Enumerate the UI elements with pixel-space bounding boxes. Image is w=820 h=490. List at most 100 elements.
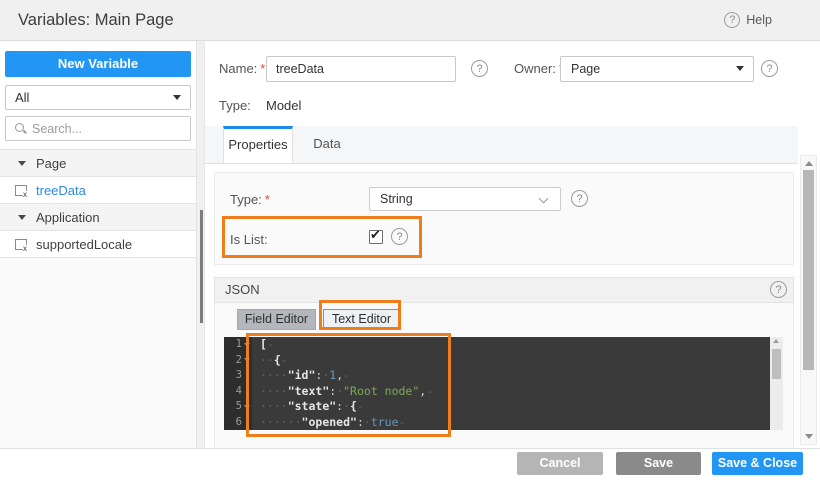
code-content: ····"state":·{-: [252, 399, 364, 415]
sidebar-filler: [0, 258, 196, 448]
collapse-arrow-icon[interactable]: [18, 161, 26, 166]
tab-data[interactable]: Data: [293, 126, 361, 163]
owner-dropdown-value: Page: [571, 57, 600, 81]
name-label: Name:*: [219, 56, 265, 82]
is-list-label: Is List:: [230, 232, 268, 247]
tree-item-supportedlocale[interactable]: x supportedLocale: [0, 231, 196, 258]
tree-group-page[interactable]: Page: [0, 150, 196, 177]
search-input[interactable]: [32, 118, 182, 139]
type-value: Model: [266, 98, 301, 113]
owner-dropdown[interactable]: Page: [560, 56, 754, 82]
code-token: ····: [260, 368, 288, 382]
code-token: "id": [288, 368, 316, 382]
code-token: :: [357, 415, 364, 429]
code-token: ·: [364, 415, 371, 429]
variables-dialog: Variables: Main Page ? Help New Variable…: [0, 0, 820, 490]
json-code-editor[interactable]: 1[-2··{-3····"id":·1,-4····"text":·"Root…: [224, 337, 770, 430]
help-button[interactable]: ? Help: [724, 0, 772, 40]
gutter: 2: [224, 353, 252, 369]
required-asterisk: *: [265, 192, 270, 207]
savebutton[interactable]: Save: [616, 452, 701, 475]
variables-tree: Page x treeData Application x supportedLocale: [0, 149, 196, 258]
line-number: 6: [236, 415, 242, 431]
code-token: -: [399, 415, 406, 429]
code-token: ······: [260, 415, 302, 429]
is-list-help-icon[interactable]: ?: [391, 228, 408, 245]
help-question-icon[interactable]: ?: [724, 12, 740, 28]
code-line: 3····"id":·1,-: [224, 368, 770, 384]
code-content: ····"id":·1,-: [252, 368, 350, 384]
owner-help-icon[interactable]: ?: [761, 60, 778, 77]
sidebar-scrollbar-thumb[interactable]: [200, 210, 203, 323]
json-section-header: JSON ?: [214, 277, 794, 303]
code-token: [: [260, 337, 267, 351]
tree-group-label: Application: [36, 210, 100, 225]
search-icon: [15, 123, 24, 132]
main-scrollbar[interactable]: [800, 155, 817, 445]
code-token: ·: [343, 399, 350, 413]
tree-group-label: Page: [36, 156, 66, 171]
code-token: ····: [260, 399, 288, 413]
json-help-icon[interactable]: ?: [770, 281, 787, 298]
gutter: 5: [224, 399, 252, 415]
editor-scrollbar-thumb[interactable]: [772, 349, 781, 379]
filter-dropdown[interactable]: All: [5, 85, 191, 110]
line-number: 4: [236, 384, 242, 400]
json-section-body: Field EditorText Editor 1[-2··{-3····"id…: [214, 303, 794, 448]
code-token: -: [267, 337, 274, 351]
text-editor-button[interactable]: Text Editor: [323, 309, 400, 330]
name-help-icon[interactable]: ?: [471, 60, 488, 77]
filter-dropdown-value: All: [15, 86, 29, 109]
tree-item-label: supportedLocale: [36, 237, 132, 252]
fold-arrow-icon[interactable]: [242, 343, 252, 347]
property-type-help-icon[interactable]: ?: [571, 190, 588, 207]
code-token: -: [426, 384, 433, 398]
variable-icon: x: [15, 185, 27, 196]
gutter: 4: [224, 384, 252, 400]
gutter: 1: [224, 337, 252, 353]
save-closebutton[interactable]: Save & Close: [712, 452, 803, 475]
fold-arrow-icon[interactable]: [242, 358, 252, 362]
code-line: 6 ······"opened":·true-: [224, 415, 770, 431]
code-token: {: [350, 399, 357, 413]
code-token: "Root node": [343, 384, 419, 398]
scroll-up-icon[interactable]: [773, 339, 779, 343]
tree-group-application[interactable]: Application: [0, 204, 196, 231]
code-line: 4 ····"text":·"Root node",-: [224, 384, 770, 400]
caret-down-icon: [736, 66, 744, 71]
tree-item-label: treeData: [36, 183, 86, 198]
scroll-up-icon[interactable]: [805, 161, 813, 166]
main-scrollbar-thumb[interactable]: [803, 170, 814, 370]
variable-icon: x: [15, 239, 27, 250]
variables-sidebar: New Variable All Page x treeData Applicatio…: [0, 41, 196, 448]
code-token: "opened": [302, 415, 357, 429]
field-editor-button[interactable]: Field Editor: [237, 309, 316, 330]
gutter: 6: [224, 415, 252, 431]
name-input[interactable]: [266, 56, 456, 82]
code-content: ····"text":·"Root node",-: [252, 384, 433, 400]
is-list-checkbox[interactable]: ✔: [369, 230, 383, 244]
fold-arrow-icon[interactable]: [242, 405, 252, 409]
new-variable-button[interactable]: New Variable: [5, 51, 191, 77]
code-line: 5····"state":·{-: [224, 399, 770, 415]
chevron-down-icon: [539, 194, 549, 204]
required-asterisk: *: [260, 61, 265, 76]
code-token: true: [371, 415, 399, 429]
dialog-header: Variables: Main Page ? Help: [0, 0, 820, 41]
property-type-label: Type:*: [230, 192, 270, 207]
cancelbutton[interactable]: Cancel: [517, 452, 603, 475]
editor-scrollbar[interactable]: [770, 337, 783, 430]
page-title: Variables: Main Page: [18, 0, 174, 40]
tab-properties[interactable]: Properties: [223, 126, 293, 163]
scroll-down-icon[interactable]: [805, 434, 813, 439]
variable-editor-main: Name:* ? Owner:* Page ? Type: Model Prop…: [204, 41, 820, 448]
json-section-title: JSON: [225, 278, 260, 302]
property-type-dropdown[interactable]: String: [369, 187, 561, 211]
owner-label: Owner:*: [514, 56, 564, 82]
code-token: ··: [260, 353, 274, 367]
tree-item-treedata[interactable]: x treeData: [0, 177, 196, 204]
editor-mode-buttons: Field Editor Text Editor: [237, 309, 400, 330]
code-content: [-: [252, 337, 274, 353]
type-label: Type:: [219, 98, 251, 113]
collapse-arrow-icon[interactable]: [18, 215, 26, 220]
